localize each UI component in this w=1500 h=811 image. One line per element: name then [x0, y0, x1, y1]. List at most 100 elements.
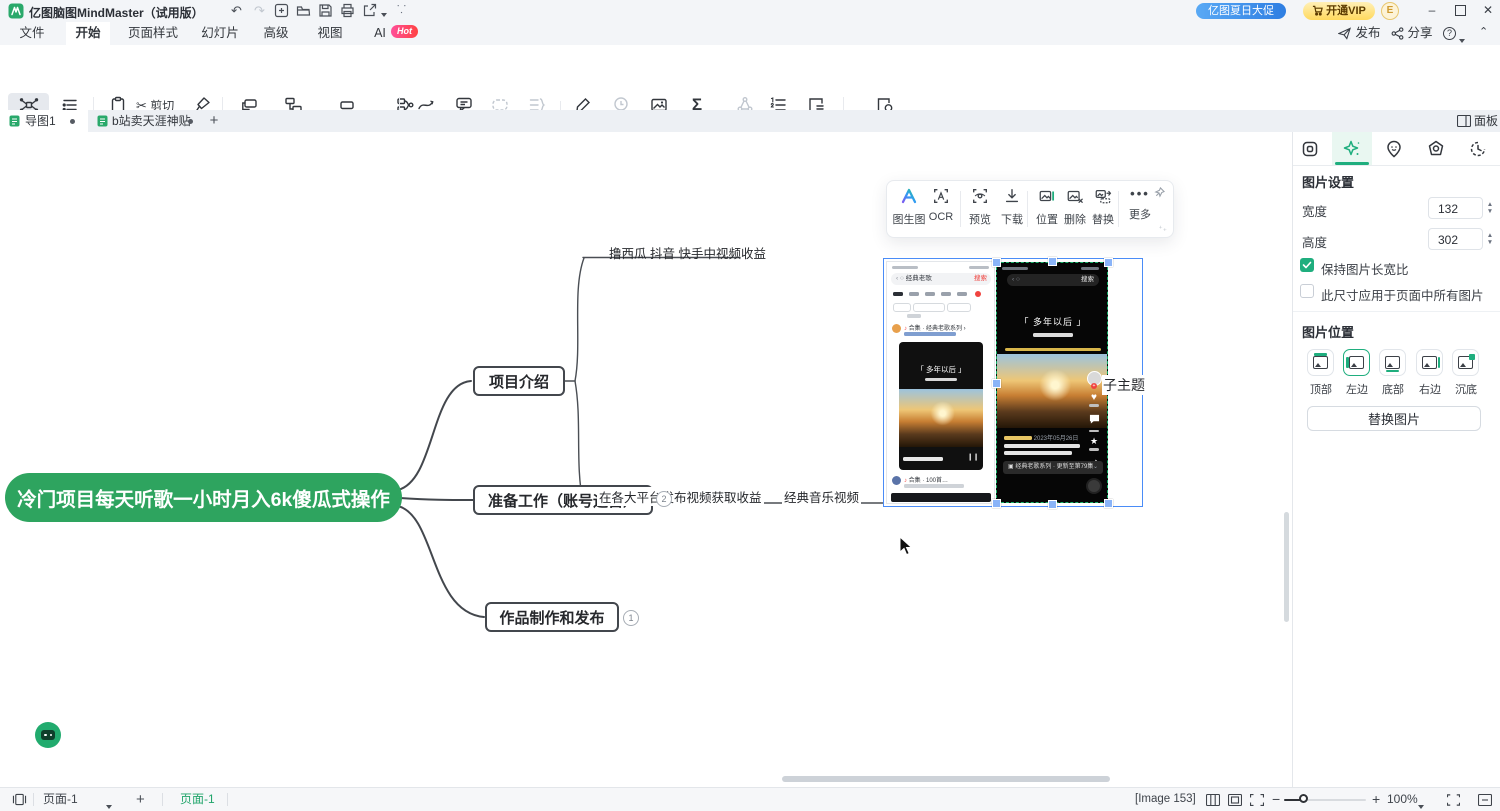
keep-ratio-checkbox[interactable] [1300, 258, 1314, 272]
resize-handle-w[interactable] [992, 379, 1001, 388]
window-title: 亿图脑图MindMaster（试用版） [29, 4, 204, 21]
minimize-button[interactable]: – [1424, 0, 1440, 20]
export-button[interactable] [362, 3, 377, 18]
ai-assistant-fab[interactable] [35, 722, 61, 748]
print-button[interactable] [340, 3, 355, 18]
close-button[interactable]: ✕ [1480, 0, 1496, 20]
position-top-label: 顶部 [1301, 381, 1341, 397]
replace-image-panel-button[interactable]: 替换图片 [1307, 406, 1481, 431]
resize-handle-ne[interactable] [1104, 258, 1113, 267]
zoom-slider-knob[interactable] [1299, 794, 1308, 803]
share-button[interactable]: 分享 [1405, 22, 1435, 45]
zoom-in-button[interactable]: + [1372, 788, 1380, 811]
zoom-out-button[interactable]: − [1272, 788, 1280, 811]
delete-image-icon [1066, 187, 1084, 205]
collapse-badge-1[interactable]: 1 [623, 610, 639, 626]
menu-view[interactable]: 视图 [308, 22, 352, 45]
menu-ai[interactable]: AI [366, 22, 394, 45]
sticker-panel-icon [1384, 139, 1404, 159]
position-behind-button[interactable] [1452, 349, 1479, 376]
promo-banner[interactable]: 亿图夏日大促 [1196, 3, 1286, 19]
line-topic-platforms[interactable]: 在各大平台发布视频获取收益 [597, 487, 764, 506]
image-topic-text[interactable]: 子主题 [1102, 375, 1146, 395]
page-selector[interactable]: 页面-1 [43, 788, 78, 811]
publish-button[interactable]: 发布 [1353, 22, 1383, 45]
menu-advanced[interactable]: 高级 [254, 22, 298, 45]
vertical-scrollbar[interactable] [1284, 512, 1289, 622]
panel-tab-style[interactable] [1290, 132, 1330, 165]
fit-page-view-icon[interactable] [1228, 794, 1242, 806]
export-dropdown-arrow[interactable] [381, 6, 396, 21]
doc-tab-map1[interactable]: 导图1 [0, 110, 88, 132]
doc-tab-bilibili[interactable]: b站卖天涯神贴 [90, 110, 198, 132]
fullscreen-icon[interactable] [1447, 794, 1460, 806]
panel-divider [1293, 311, 1500, 312]
resize-handle-s[interactable] [1048, 500, 1057, 509]
page-tab-active[interactable]: 页面-1 [180, 788, 215, 811]
collapse-panel-icon[interactable] [1478, 794, 1492, 806]
ai-image-button[interactable]: 图生图 [892, 187, 926, 227]
style-panel-icon [1300, 139, 1320, 159]
collapse-ribbon-button[interactable]: ⌃ [1479, 25, 1488, 38]
zoom-dropdown-arrow[interactable] [1418, 798, 1424, 811]
fit-screen-icon[interactable] [1250, 794, 1264, 806]
branch-node-production[interactable]: 作品制作和发布 [485, 602, 619, 632]
ocr-button[interactable]: OCR [924, 187, 958, 223]
width-stepper[interactable]: ▲▼ [1485, 197, 1495, 219]
menu-slideshow[interactable]: 幻灯片 [194, 22, 246, 45]
height-input[interactable]: 302 [1428, 228, 1483, 250]
apply-all-checkbox[interactable] [1300, 284, 1314, 298]
pages-panel-icon[interactable] [12, 793, 27, 806]
position-left-button[interactable] [1343, 349, 1370, 376]
resize-handle-se[interactable] [1104, 499, 1113, 508]
user-avatar[interactable]: E [1381, 2, 1399, 20]
branch-node-intro[interactable]: 项目介绍 [473, 366, 565, 396]
central-topic-node[interactable]: 冷门项目每天听歌一小时月入6k傻瓜式操作 [5, 473, 402, 522]
panel-tab-history[interactable] [1458, 132, 1498, 165]
replace-image-icon [1094, 187, 1112, 205]
pin-toolbar-icon[interactable] [1154, 187, 1165, 198]
history-panel-icon [1468, 139, 1488, 159]
more-options-button[interactable]: ••• 更多 [1123, 187, 1157, 222]
position-bottom-button[interactable] [1379, 349, 1406, 376]
menu-home[interactable]: 开始 [66, 22, 110, 45]
preview-button[interactable]: 预览 [963, 187, 997, 227]
position-top-button[interactable] [1307, 349, 1334, 376]
horizontal-scrollbar[interactable] [782, 776, 1110, 782]
replace-image-button[interactable]: 替换 [1086, 187, 1120, 227]
width-input[interactable]: 132 [1428, 197, 1483, 219]
position-right-label: 右边 [1410, 381, 1450, 397]
menu-page-style[interactable]: 页面样式 [122, 22, 184, 45]
panel-tab-theme[interactable] [1416, 132, 1456, 165]
restore-button[interactable] [1452, 0, 1468, 20]
multi-page-view-icon[interactable] [1206, 794, 1220, 806]
resize-handle-nw[interactable] [992, 258, 1001, 267]
zoom-percentage[interactable]: 100% [1387, 788, 1418, 811]
open-file-button[interactable] [296, 3, 311, 18]
help-button[interactable]: ? [1443, 27, 1456, 40]
panel-tab-ai-image[interactable] [1332, 132, 1372, 165]
download-button[interactable]: 下载 [995, 187, 1029, 227]
new-file-button[interactable] [274, 3, 289, 18]
customize-toolbar-button[interactable]: ⸪ [397, 2, 412, 17]
add-page-button[interactable]: + [136, 788, 145, 811]
height-stepper[interactable]: ▲▼ [1485, 228, 1495, 250]
right-phone-screenshot[interactable]: ‹ ○ 搜索 「 多年以后 」 + ♥ ★ 2023年05月26日 ▣ 经典老歌… [996, 262, 1108, 503]
menu-file[interactable]: 文件 [10, 22, 54, 45]
page-selector-arrow[interactable] [106, 798, 112, 811]
panel-tab-sticker[interactable] [1374, 132, 1414, 165]
collapse-badge-2[interactable]: 2 [656, 491, 672, 507]
resize-handle-n[interactable] [1048, 257, 1057, 266]
position-right-button[interactable] [1416, 349, 1443, 376]
undo-button[interactable]: ↶ [231, 3, 246, 18]
save-button[interactable] [318, 3, 333, 18]
redo-button[interactable]: ↷ [254, 3, 269, 18]
robot-icon [41, 730, 55, 740]
panel-toggle-button[interactable]: 面板 [1474, 110, 1500, 132]
line-topic-classic-music[interactable]: 经典音乐视频 [782, 487, 861, 506]
resize-handle-sw[interactable] [992, 499, 1001, 508]
like-icon: ♥ [1085, 392, 1103, 403]
line-topic-watermelon[interactable]: 撸西瓜 抖音 快手中视频收益 [607, 243, 768, 262]
new-doc-tab-button[interactable]: + [204, 110, 224, 132]
vip-button[interactable]: 开通VIP [1303, 2, 1375, 20]
